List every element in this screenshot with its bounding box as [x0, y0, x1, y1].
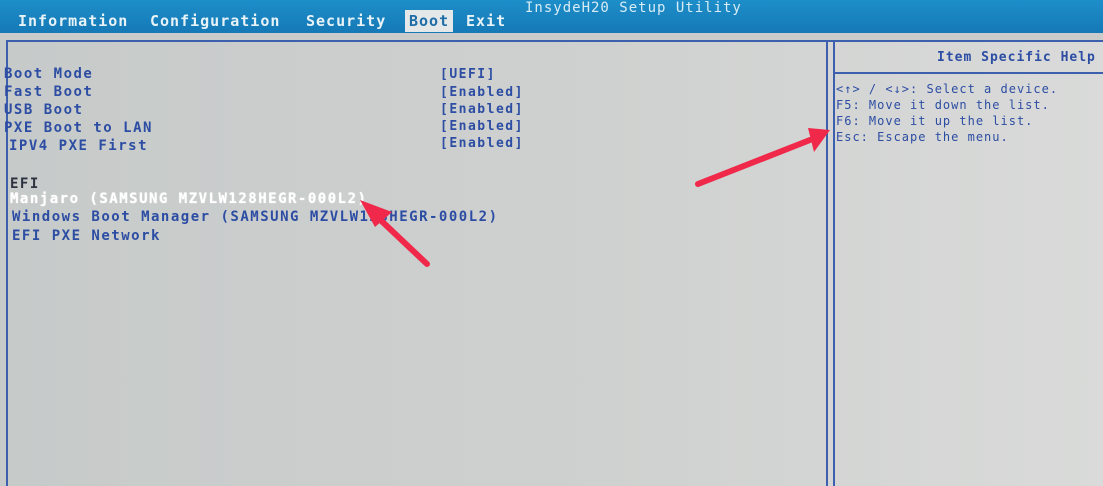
menu-security[interactable]: Security [302, 10, 390, 32]
help-title: Item Specific Help [937, 50, 1096, 65]
panel-border-top [6, 40, 1103, 42]
setting-boot-mode-value[interactable]: [UEFI] [440, 67, 496, 82]
setting-ipv4-pxe-value[interactable]: [Enabled] [440, 136, 524, 151]
setting-pxe-boot-label[interactable]: PXE Boot to LAN [4, 120, 153, 136]
setting-fast-boot-value[interactable]: [Enabled] [440, 85, 524, 100]
menu-configuration[interactable]: Configuration [146, 10, 284, 32]
boot-item-efi-pxe[interactable]: EFI PXE Network [12, 228, 161, 244]
boot-item-manjaro[interactable]: Manjaro (SAMSUNG MZVLW128HEGR-000L2) [10, 191, 367, 207]
setting-usb-boot-label[interactable]: USB Boot [4, 102, 83, 118]
app-title: InsydeH20 Setup Utility [525, 0, 742, 16]
setting-boot-mode-label[interactable]: Boot Mode [4, 66, 93, 82]
help-line-select: <↑> / <↓>: Select a device. [836, 82, 1059, 96]
boot-item-windows[interactable]: Windows Boot Manager (SAMSUNG MZVLW128HE… [12, 209, 499, 225]
efi-section-label: EFI [10, 176, 40, 192]
setting-pxe-boot-value[interactable]: [Enabled] [440, 119, 524, 134]
menu-information[interactable]: Information [14, 10, 132, 32]
help-line-f5: F5: Move it down the list. [836, 98, 1050, 112]
menu-boot[interactable]: Boot [405, 10, 454, 32]
help-divider-inner [833, 40, 835, 486]
menu-exit[interactable]: Exit [462, 10, 510, 32]
help-line-esc: Esc: Escape the menu. [836, 130, 1009, 144]
menu-bar: InsydeH20 Setup Utility Information Conf… [0, 0, 1103, 33]
setting-fast-boot-label[interactable]: Fast Boot [4, 84, 93, 100]
setting-ipv4-pxe-label[interactable]: IPV4 PXE First [9, 138, 148, 154]
help-title-separator [835, 72, 1103, 74]
setting-usb-boot-value[interactable]: [Enabled] [440, 102, 524, 117]
help-line-f6: F6: Move it up the list. [836, 114, 1034, 128]
help-divider [826, 40, 828, 486]
